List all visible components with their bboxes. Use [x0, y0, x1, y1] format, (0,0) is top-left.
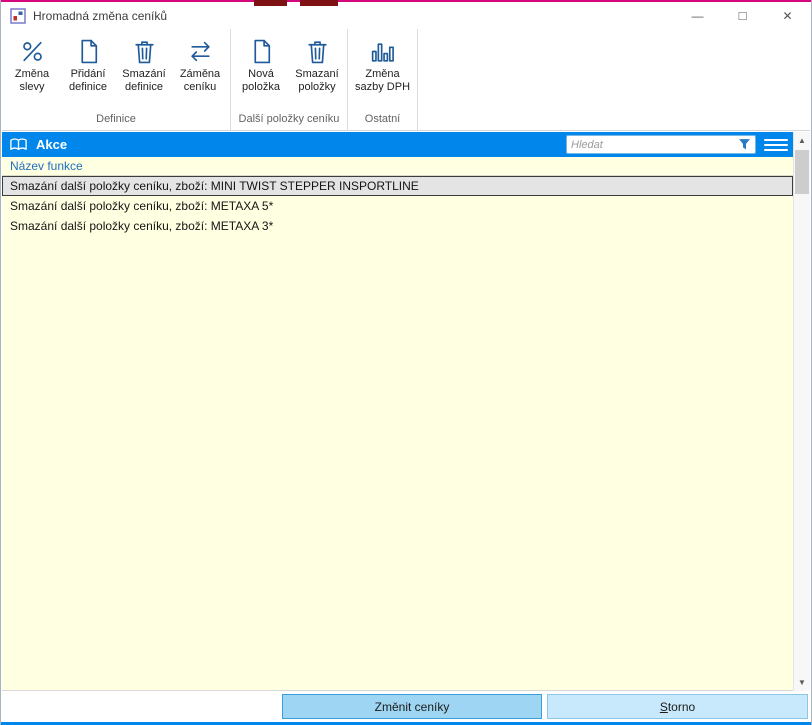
panel-title: Akce [36, 137, 68, 152]
swap-arrows-icon [187, 38, 214, 65]
cancel-button[interactable]: Storno [547, 694, 808, 719]
maximize-button[interactable]: □ [720, 2, 765, 29]
new-item-button[interactable]: Nová položka [233, 35, 289, 97]
ribbon-group-definice: Změna slevy Přidání definice Smazání def… [2, 29, 231, 130]
action-list: Název funkce Smazání další položky ceník… [2, 157, 793, 691]
scrollbar-thumb[interactable] [795, 150, 809, 194]
scroll-down-icon[interactable]: ▼ [794, 674, 810, 691]
panel-header: Akce [2, 132, 793, 157]
background-window-artifact [300, 0, 338, 6]
filter-icon[interactable] [738, 138, 751, 151]
minimize-button[interactable]: — [675, 2, 720, 29]
ribbon-group-label: Ostatní [364, 113, 401, 125]
bar-chart-icon [369, 38, 396, 65]
list-item[interactable]: Smazání další položky ceníku, zboží: MIN… [2, 176, 793, 196]
window-top-accent [1, 0, 811, 2]
dialog-window: Hromadná změna ceníků — □ ✕ Změna slevy … [0, 0, 812, 725]
book-icon [9, 137, 28, 152]
window-title: Hromadná změna ceníků [33, 8, 168, 23]
ribbon-toolbar: Změna slevy Přidání definice Smazání def… [2, 29, 810, 131]
add-definition-button[interactable]: Přidání definice [60, 35, 116, 97]
delete-definition-button[interactable]: Smazání definice [116, 35, 172, 97]
close-button[interactable]: ✕ [765, 2, 810, 29]
app-icon [10, 7, 26, 24]
trash-icon [304, 38, 331, 65]
ribbon-group-dalsi-polozky: Nová položka Smazaní položky Další polož… [231, 29, 348, 130]
search-box [566, 135, 756, 154]
trash-icon [131, 38, 158, 65]
list-item[interactable]: Smazání další položky ceníku, zboží: MET… [2, 196, 793, 216]
search-input[interactable] [567, 136, 738, 153]
menu-icon[interactable] [764, 135, 788, 154]
ribbon-group-label: Definice [96, 113, 136, 125]
ribbon-group-ostatni: Změna sazby DPH Ostatní [348, 29, 419, 130]
column-header-nazev-funkce[interactable]: Název funkce [2, 157, 793, 176]
discount-icon [19, 38, 46, 65]
change-vat-rate-button[interactable]: Změna sazby DPH [350, 35, 415, 97]
vertical-scrollbar[interactable]: ▲ ▼ [793, 132, 810, 691]
list-item[interactable]: Smazání další položky ceníku, zboží: MET… [2, 216, 793, 236]
change-discount-button[interactable]: Změna slevy [4, 35, 60, 97]
background-window-artifact [254, 0, 287, 6]
delete-item-button[interactable]: Smazaní položky [289, 35, 345, 97]
new-document-icon [248, 38, 275, 65]
titlebar: Hromadná změna ceníků — □ ✕ [2, 2, 810, 29]
ribbon-group-label: Další položky ceníku [238, 113, 340, 125]
change-pricelists-button[interactable]: Změnit ceníky [282, 694, 542, 719]
scroll-up-icon[interactable]: ▲ [794, 132, 810, 149]
swap-pricelist-button[interactable]: Záměna ceníku [172, 35, 228, 97]
new-document-icon [75, 38, 102, 65]
footer-bar: Změnit ceníky Storno [2, 691, 810, 722]
window-controls: — □ ✕ [675, 2, 810, 29]
